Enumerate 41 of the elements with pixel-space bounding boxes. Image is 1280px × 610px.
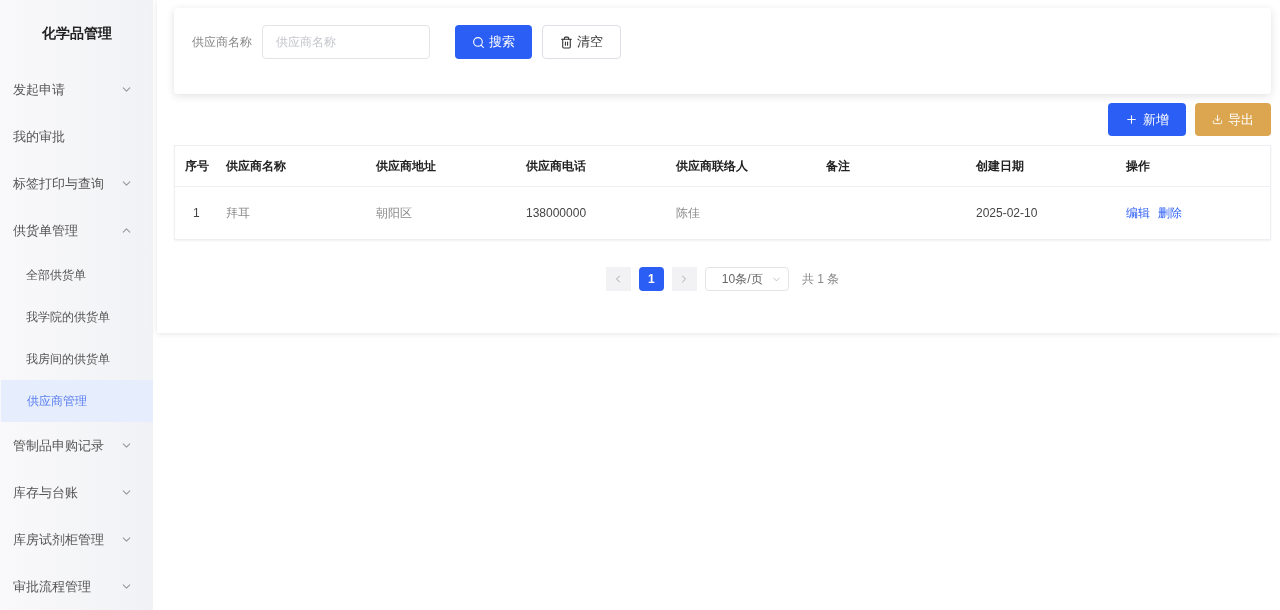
column-header: 供应商地址 — [375, 158, 437, 175]
clear-button[interactable]: 清空 — [542, 25, 621, 59]
search-button[interactable]: 搜索 — [455, 25, 532, 59]
table-cell-text: 拜耳 — [225, 205, 251, 222]
sidebar-item[interactable]: 标签打印与查询 — [0, 160, 153, 207]
sidebar-item[interactable]: 库房试剂柜管理 — [0, 516, 153, 563]
total-count: 共 1 条 — [801, 271, 840, 288]
delete-link[interactable]: 删除 — [1158, 204, 1182, 222]
table-cell-text: 陈佳 — [675, 205, 701, 222]
sidebar-item[interactable]: 供货单管理 — [0, 207, 153, 254]
next-page-button[interactable] — [671, 267, 697, 291]
search-icon — [472, 35, 485, 49]
table-cell-text: 2025-02-10 — [975, 205, 1039, 222]
sidebar-item[interactable]: 我的审批 — [0, 113, 153, 160]
sidebar-item[interactable]: 管制品申购记录 — [0, 422, 153, 469]
column-header: 供应商电话 — [525, 158, 587, 175]
sidebar-item[interactable]: 发起申请 — [0, 66, 153, 113]
column-header: 备注 — [825, 158, 851, 175]
table-cell-text: 1 — [192, 205, 201, 222]
download-icon — [1212, 114, 1223, 125]
table-cell-text: 138000000 — [525, 205, 588, 222]
app-title: 化学品管理 — [40, 23, 113, 43]
column-header: 供应商名称 — [225, 158, 287, 175]
page-button[interactable]: 1 — [638, 267, 664, 291]
table-cell-text: 朝阳区 — [375, 205, 413, 222]
column-header: 操作 — [1125, 158, 1151, 175]
sidebar-subitem[interactable]: 我学院的供货单 — [0, 296, 153, 338]
sidebar-item[interactable]: 审批流程管理 — [0, 563, 153, 610]
column-header: 序号 — [184, 158, 210, 175]
edit-link[interactable]: 编辑 — [1126, 204, 1150, 222]
previous-page-button[interactable] — [605, 267, 631, 291]
sidebar-subitem[interactable]: 全部供货单 — [0, 254, 153, 296]
plus-icon — [1125, 113, 1138, 126]
page-size-select[interactable]: 10条/页 — [704, 267, 789, 291]
sidebar-subitem[interactable]: 我房间的供货单 — [0, 338, 153, 380]
trash-icon — [560, 35, 573, 49]
column-header: 创建日期 — [975, 158, 1025, 175]
column-header: 供应商联络人 — [675, 158, 749, 175]
add-button[interactable]: 新增 — [1108, 103, 1186, 136]
sidebar-item[interactable]: 库存与台账 — [0, 469, 153, 516]
field-label: 供应商名称 — [192, 34, 252, 51]
